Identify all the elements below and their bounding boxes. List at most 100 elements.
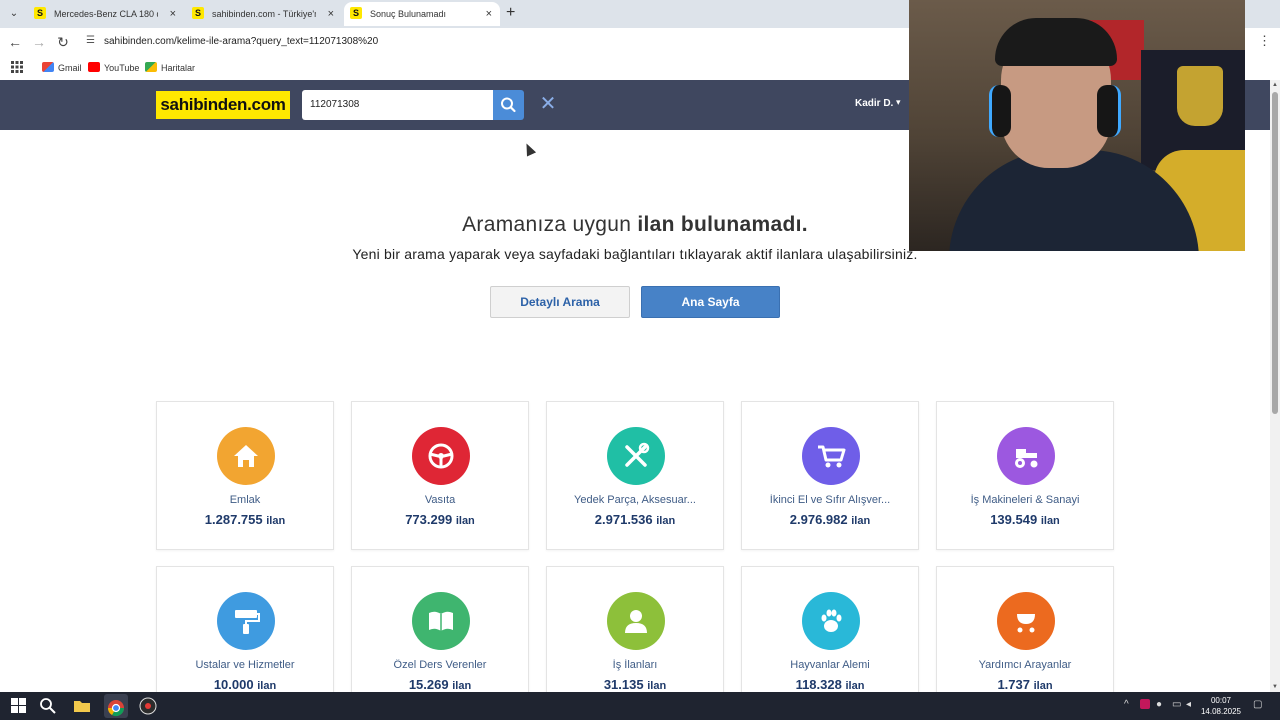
category-card-yedek-parca[interactable]: Yedek Parça, Aksesuar... 2.971.536 ilan — [546, 401, 724, 550]
forward-arrow-icon[interactable]: → — [30, 33, 48, 51]
sahibinden-favicon-icon: S — [350, 7, 362, 19]
category-card-emlak[interactable]: Emlak 1.287.755 ilan — [156, 401, 334, 550]
person-icon — [625, 610, 647, 633]
paint-roller-icon — [235, 610, 260, 634]
tab-sahibinden-home[interactable]: S sahibinden.com - Türkiye'nin O × — [186, 2, 342, 26]
bookmark-label: YouTube — [104, 63, 140, 73]
close-tab-icon[interactable]: × — [328, 2, 334, 26]
close-tab-icon[interactable]: × — [486, 2, 492, 26]
no-results-title-bold: ilan bulunamadı. — [637, 213, 808, 236]
tractor-icon — [1015, 449, 1038, 468]
clear-search-close-icon[interactable]: ✕ — [538, 94, 558, 114]
screen: ⌄ S Mercedes-Benz CLA 180 d AMG × S sahi… — [0, 0, 1280, 720]
category-icon-circle — [607, 427, 665, 485]
category-count: 1.737 ilan — [997, 677, 1053, 692]
scroll-down-arrow-icon[interactable]: ▼ — [1272, 684, 1278, 690]
category-icon-circle — [412, 427, 470, 485]
category-name: Vasıta — [424, 494, 456, 506]
bookmark-maps[interactable]: Haritalar — [145, 61, 195, 75]
obs-recorder-icon[interactable] — [138, 696, 160, 716]
headset-left-icon — [989, 85, 1011, 137]
apps-grid-icon[interactable] — [11, 61, 23, 75]
paw-icon — [821, 609, 842, 632]
sahibinden-favicon-icon: S — [192, 7, 204, 19]
category-name: Yardımcı Arayanlar — [978, 659, 1072, 671]
bookmark-youtube[interactable]: YouTube — [88, 61, 139, 75]
category-name: Yedek Parça, Aksesuar... — [574, 494, 696, 506]
stroller-icon — [1017, 614, 1035, 633]
category-name: İkinci El ve Sıfır Alışver... — [769, 494, 891, 506]
clock-time: 00:07 — [1210, 696, 1232, 705]
tray-app-icon[interactable] — [1140, 699, 1150, 712]
tab-title: Sonuç Bulunamadı — [370, 9, 447, 19]
tab-sonuc-bulunamadi[interactable]: S Sonuç Bulunamadı × — [344, 2, 500, 26]
category-icon-circle — [997, 592, 1055, 650]
bookmark-label: Haritalar — [161, 63, 196, 73]
chevron-down-icon[interactable]: ▾ — [896, 97, 901, 108]
sahibinden-favicon-icon: S — [34, 7, 46, 19]
category-count: 31.135 ilan — [603, 677, 667, 692]
category-name: İş Makineleri & Sanayi — [970, 494, 1080, 506]
search-input[interactable] — [302, 90, 493, 120]
chrome-icon[interactable] — [105, 696, 127, 717]
maps-icon — [145, 62, 157, 72]
category-icon-circle — [217, 427, 275, 485]
windows-start-icon[interactable] — [8, 696, 30, 716]
category-name: Ustalar ve Hizmetler — [195, 659, 295, 671]
book-icon — [429, 611, 453, 631]
tools-icon — [625, 442, 650, 467]
house-icon — [234, 445, 258, 467]
category-count: 118.328 ilan — [795, 677, 865, 692]
youtube-icon — [88, 62, 100, 72]
category-count: 139.549 ilan — [990, 512, 1060, 527]
windows-taskbar: ^ ● ▭ ◂ 00:07 14.08.2025 ▢ — [0, 692, 1280, 720]
site-info-icon[interactable]: ☰ — [86, 35, 95, 46]
category-icon-circle — [607, 592, 665, 650]
category-count: 2.976.982 ilan — [789, 512, 871, 527]
tab-title: sahibinden.com - Türkiye'nin O — [212, 9, 316, 19]
page-scrollbar[interactable] — [1270, 80, 1280, 692]
category-count: 1.287.755 ilan — [204, 512, 286, 527]
category-count: 15.269 ilan — [408, 677, 472, 692]
category-card-is-makineleri[interactable]: İş Makineleri & Sanayi 139.549 ilan — [936, 401, 1114, 550]
category-card-ikinci-el[interactable]: İkinci El ve Sıfır Alışver... 2.976.982 … — [741, 401, 919, 550]
tab-search-chevron-icon[interactable]: ⌄ — [6, 6, 22, 22]
search-button[interactable] — [493, 90, 524, 120]
scroll-up-arrow-icon[interactable]: ▲ — [1272, 82, 1278, 88]
category-card-vasita[interactable]: Vasıta 773.299 ilan — [351, 401, 529, 550]
tab-mercedes[interactable]: S Mercedes-Benz CLA 180 d AMG × — [28, 2, 184, 26]
tray-chevron-up-icon[interactable]: ^ — [1124, 699, 1129, 710]
bookmark-label: Gmail — [58, 63, 82, 73]
category-icon-circle — [997, 427, 1055, 485]
network-icon[interactable]: ▭ — [1172, 699, 1181, 710]
category-name: Emlak — [229, 494, 261, 506]
headset-right-icon — [1097, 85, 1121, 137]
taskbar-clock[interactable]: 00:07 14.08.2025 — [1198, 695, 1244, 717]
mouse-cursor-icon — [521, 141, 537, 157]
browser-menu-icon[interactable]: ⋮ — [1258, 33, 1271, 49]
file-explorer-icon[interactable] — [72, 696, 94, 716]
notifications-icon[interactable]: ▢ — [1253, 699, 1262, 710]
reload-icon[interactable]: ↻ — [54, 33, 72, 51]
scrollbar-thumb[interactable] — [1272, 92, 1278, 414]
detailed-search-button[interactable]: Detaylı Arama — [490, 286, 630, 318]
close-tab-icon[interactable]: × — [170, 2, 176, 26]
club-badge — [1177, 66, 1223, 126]
sahibinden-logo[interactable]: sahibinden.com — [156, 91, 290, 119]
category-name: İş İlanları — [612, 659, 658, 671]
category-name: Özel Ders Verenler — [393, 659, 487, 671]
back-arrow-icon[interactable]: ← — [6, 33, 24, 51]
home-page-button[interactable]: Ana Sayfa — [641, 286, 780, 318]
clock-date: 14.08.2025 — [1200, 707, 1242, 716]
category-count: 773.299 ilan — [405, 512, 475, 527]
microphone-icon[interactable]: ● — [1156, 699, 1162, 710]
volume-icon[interactable]: ◂ — [1186, 699, 1191, 710]
address-bar-url[interactable]: sahibinden.com/kelime-ile-arama?query_te… — [104, 36, 378, 47]
category-count: 2.971.536 ilan — [594, 512, 676, 527]
category-icon-circle — [802, 592, 860, 650]
new-tab-plus-icon[interactable]: + — [506, 4, 515, 22]
person-cap — [995, 18, 1117, 66]
search-icon[interactable] — [38, 696, 60, 716]
user-menu-name[interactable]: Kadir D. — [855, 98, 893, 109]
bookmark-gmail[interactable]: Gmail — [42, 61, 82, 75]
